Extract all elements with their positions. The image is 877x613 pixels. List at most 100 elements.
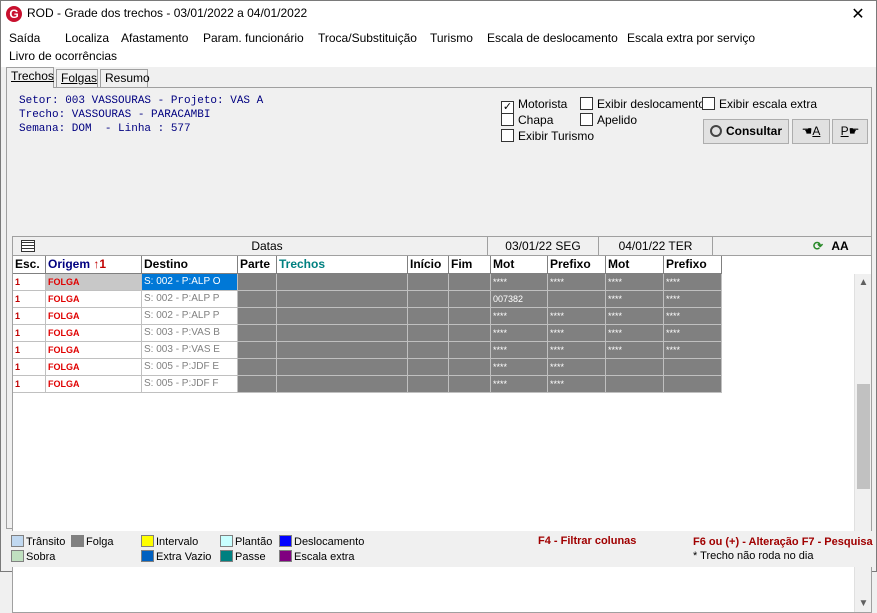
cell-origem[interactable]: FOLGA [46,325,142,342]
cell-inicio[interactable] [408,308,449,325]
checkbox-chapa[interactable]: Chapa [501,113,553,127]
cell-parte[interactable] [238,342,277,359]
cell-inicio[interactable] [408,376,449,393]
cell-pref2[interactable] [664,359,722,376]
checkbox-exibir-escala-extra[interactable]: Exibir escala extra [702,97,817,111]
cell-fim[interactable] [449,291,491,308]
col-origem[interactable]: Origem ↑1 [46,256,142,274]
cell-mot1[interactable]: **** [491,342,548,359]
cell-parte[interactable] [238,308,277,325]
cell-mot2[interactable] [606,376,664,393]
cell-esc[interactable]: 1 [13,359,46,376]
cell-destino[interactable]: S: 003 - P:VAS E [142,342,238,359]
scroll-down-icon[interactable]: ▼ [855,595,871,612]
consultar-button[interactable]: Consultar [703,119,789,144]
tab-folgas[interactable]: Folgas [56,69,98,88]
cell-parte[interactable] [238,325,277,342]
cell-pref1[interactable] [548,291,606,308]
cell-pref1[interactable]: **** [548,308,606,325]
cell-origem[interactable]: FOLGA [46,274,142,291]
close-icon[interactable]: ✕ [848,4,868,24]
cell-parte[interactable] [238,359,277,376]
cell-destino[interactable]: S: 003 - P:VAS B [142,325,238,342]
cell-fim[interactable] [449,308,491,325]
cell-mot1[interactable]: **** [491,308,548,325]
cell-esc[interactable]: 1 [13,274,46,291]
cell-inicio[interactable] [408,325,449,342]
cell-fim[interactable] [449,376,491,393]
cell-pref2[interactable]: **** [664,308,722,325]
checkbox-motorista[interactable]: ✓ Motorista [501,97,567,114]
checkbox-chapa-box[interactable] [501,113,514,126]
cell-trechos[interactable] [277,308,408,325]
scroll-up-icon[interactable]: ▲ [855,274,871,291]
cell-trechos[interactable] [277,359,408,376]
cell-inicio[interactable] [408,359,449,376]
cell-inicio[interactable] [408,342,449,359]
cell-destino[interactable]: S: 002 - P:ALP P [142,308,238,325]
cell-destino[interactable]: S: 002 - P:ALP O [142,274,238,291]
col-destino[interactable]: Destino [142,256,238,274]
col-mot-1[interactable]: Mot [491,256,548,274]
cell-mot2[interactable]: **** [606,325,664,342]
calendar-icon[interactable] [13,237,43,256]
cell-inicio[interactable] [408,274,449,291]
cell-trechos[interactable] [277,376,408,393]
cell-esc[interactable]: 1 [13,308,46,325]
cell-destino[interactable]: S: 002 - P:ALP P [142,291,238,308]
col-prefixo-2[interactable]: Prefixo [664,256,722,274]
checkbox-apelido[interactable]: Apelido [580,113,637,127]
col-fim[interactable]: Fim [449,256,491,274]
checkbox-exibir-deslocamento-box[interactable] [580,97,593,110]
cell-mot1[interactable]: **** [491,359,548,376]
cell-pref1[interactable]: **** [548,274,606,291]
menu-turismo[interactable]: Turismo [430,29,473,47]
checkbox-exibir-turismo[interactable]: Exibir Turismo [501,129,594,143]
menu-saida[interactable]: Saída [9,29,40,47]
cell-origem[interactable]: FOLGA [46,342,142,359]
scroll-thumb[interactable] [857,384,870,489]
cell-pref1[interactable]: **** [548,359,606,376]
cell-parte[interactable] [238,274,277,291]
checkbox-exibir-turismo-box[interactable] [501,129,514,142]
cell-pref2[interactable]: **** [664,291,722,308]
cell-mot2[interactable] [606,359,664,376]
cell-mot1[interactable]: **** [491,274,548,291]
cell-trechos[interactable] [277,325,408,342]
menu-localiza[interactable]: Localiza [65,29,109,47]
next-button[interactable]: P☛ [832,119,868,144]
menu-afastamento[interactable]: Afastamento [121,29,188,47]
tab-resumo[interactable]: Resumo [100,69,150,88]
cell-mot1[interactable]: **** [491,376,548,393]
cell-parte[interactable] [238,376,277,393]
cell-mot2[interactable]: **** [606,342,664,359]
col-esc[interactable]: Esc. [13,256,46,274]
cell-pref1[interactable]: **** [548,342,606,359]
cell-esc[interactable]: 1 [13,376,46,393]
cell-destino[interactable]: S: 005 - P:JDF E [142,359,238,376]
cell-origem[interactable]: FOLGA [46,308,142,325]
cell-fim[interactable] [449,342,491,359]
cell-pref2[interactable]: **** [664,325,722,342]
cell-pref1[interactable]: **** [548,325,606,342]
refresh-icon[interactable]: ⟳ [809,237,827,256]
cell-esc[interactable]: 1 [13,291,46,308]
cell-mot1[interactable]: 007382 [491,291,548,308]
cell-mot2[interactable]: **** [606,291,664,308]
menu-param-funcionario[interactable]: Param. funcionário [203,29,304,47]
col-mot-2[interactable]: Mot [606,256,664,274]
cell-pref2[interactable] [664,376,722,393]
cell-pref1[interactable]: **** [548,376,606,393]
cell-esc[interactable]: 1 [13,342,46,359]
menu-escala-extra-servico[interactable]: Escala extra por serviço [627,29,755,47]
cell-fim[interactable] [449,274,491,291]
cell-pref2[interactable]: **** [664,274,722,291]
cell-fim[interactable] [449,359,491,376]
checkbox-exibir-deslocamento[interactable]: Exibir deslocamento [580,97,705,111]
font-size-icon[interactable]: AA [829,237,851,256]
col-inicio[interactable]: Início [408,256,449,274]
cell-fim[interactable] [449,325,491,342]
menu-escala-deslocamento[interactable]: Escala de deslocamento [487,29,618,47]
cell-origem[interactable]: FOLGA [46,376,142,393]
cell-origem[interactable]: FOLGA [46,291,142,308]
